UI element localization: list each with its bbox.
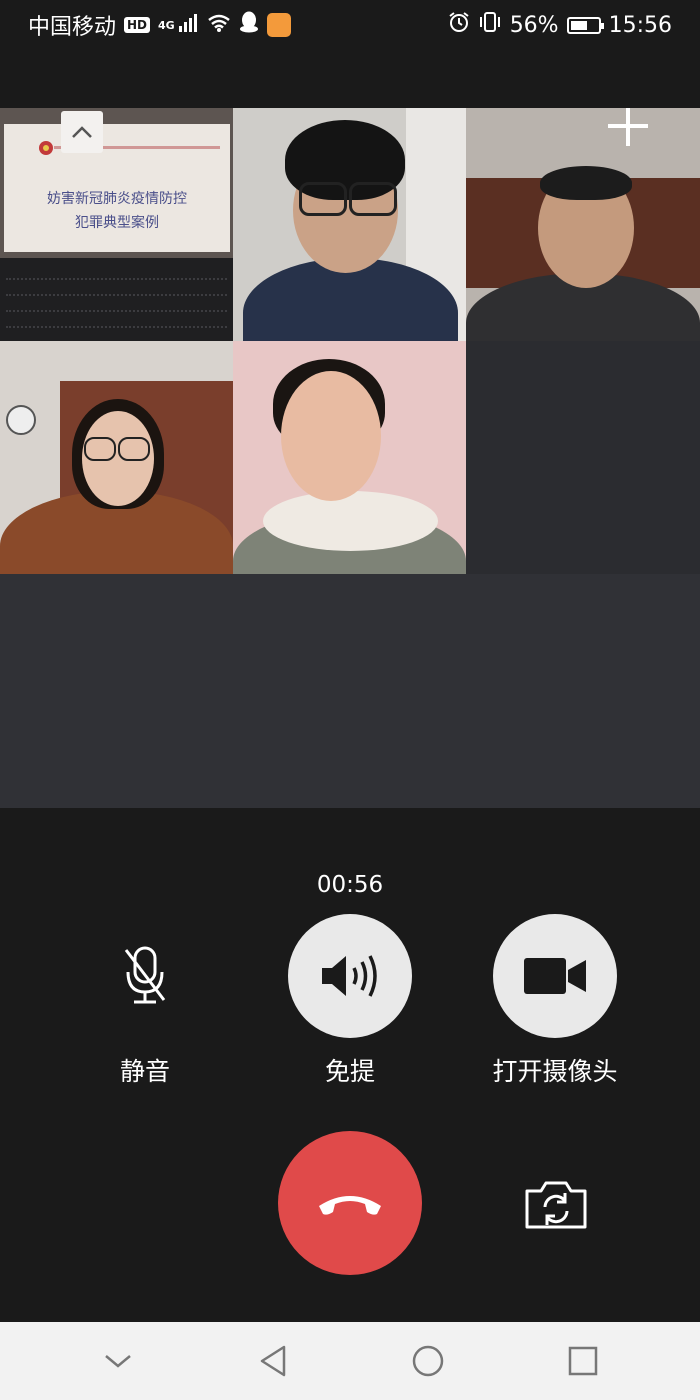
phone-hangup-icon [319, 1196, 381, 1215]
signal-icon [178, 13, 199, 38]
nav-home-button[interactable] [398, 1331, 458, 1391]
chevron-up-icon [72, 126, 92, 138]
vibrate-icon [478, 11, 502, 39]
participant-tile-3[interactable] [466, 108, 700, 341]
qq-icon [239, 11, 259, 39]
mute-icon-wrapper[interactable] [83, 914, 207, 1038]
wifi-icon [207, 13, 231, 38]
status-right: 56% 15:56 [448, 11, 672, 39]
add-participant-button[interactable] [604, 108, 652, 150]
hd-badge: HD [124, 17, 151, 33]
slide-header [4, 141, 230, 156]
nav-hide-button[interactable] [88, 1331, 148, 1391]
call-duration: 00:56 [316, 872, 384, 898]
speaker-label: 免提 [324, 1057, 375, 1086]
clock: 15:56 [608, 12, 672, 38]
speaker-icon [322, 955, 377, 997]
camera-button[interactable]: 打开摄像头 [465, 914, 645, 1088]
mute-button[interactable]: 静音 [55, 914, 235, 1088]
video-grid: 妨害新冠肺炎疫情防控 犯罪典型案例 [0, 108, 700, 808]
switch-camera-button[interactable] [520, 1175, 592, 1235]
system-nav-bar [0, 1322, 700, 1400]
empty-tile [233, 574, 466, 808]
speaker-icon-wrapper[interactable] [288, 914, 412, 1038]
slide-title-line-2: 犯罪典型案例 [75, 215, 159, 231]
status-left: 中国移动 HD 4G [28, 9, 291, 41]
empty-tile [0, 574, 233, 808]
network-type: 4G [158, 18, 175, 32]
camera-icon-wrapper[interactable] [493, 914, 617, 1038]
empty-tile [466, 341, 700, 574]
app-notification-icon [266, 13, 291, 37]
switch-camera-icon [525, 1181, 587, 1229]
collapse-button[interactable] [61, 111, 103, 153]
camera-label: 打开摄像头 [492, 1057, 618, 1086]
participant-tile-2[interactable] [233, 108, 466, 341]
mute-label: 静音 [119, 1057, 170, 1086]
emblem-icon [39, 141, 53, 155]
battery-percent: 56% [509, 12, 559, 38]
status-bar: 中国移动 HD 4G 56% 15:56 [0, 0, 700, 50]
recents-square-icon [568, 1346, 597, 1376]
empty-tile [466, 574, 700, 808]
plus-icon [608, 108, 648, 146]
laptop-keyboard [0, 258, 233, 341]
nav-back-button[interactable] [243, 1331, 303, 1391]
participant-tile-4[interactable] [0, 341, 233, 574]
participant-tile-1[interactable]: 妨害新冠肺炎疫情防控 犯罪典型案例 [0, 108, 233, 341]
battery-icon [566, 16, 604, 34]
back-triangle-icon [260, 1345, 285, 1377]
carrier-name: 中国移动 [28, 15, 117, 40]
slide-title-line-1: 妨害新冠肺炎疫情防控 [47, 191, 187, 207]
nav-recents-button[interactable] [553, 1331, 613, 1391]
home-circle-icon [412, 1345, 443, 1377]
speaker-button[interactable]: 免提 [260, 914, 440, 1088]
hang-up-button[interactable] [278, 1131, 422, 1275]
chevron-down-icon [104, 1355, 131, 1368]
video-camera-icon [524, 958, 586, 994]
shared-slide: 妨害新冠肺炎疫情防控 犯罪典型案例 [4, 124, 230, 252]
mic-off-icon [124, 946, 166, 1004]
participant-tile-5[interactable] [233, 341, 466, 574]
alarm-icon [448, 11, 470, 39]
